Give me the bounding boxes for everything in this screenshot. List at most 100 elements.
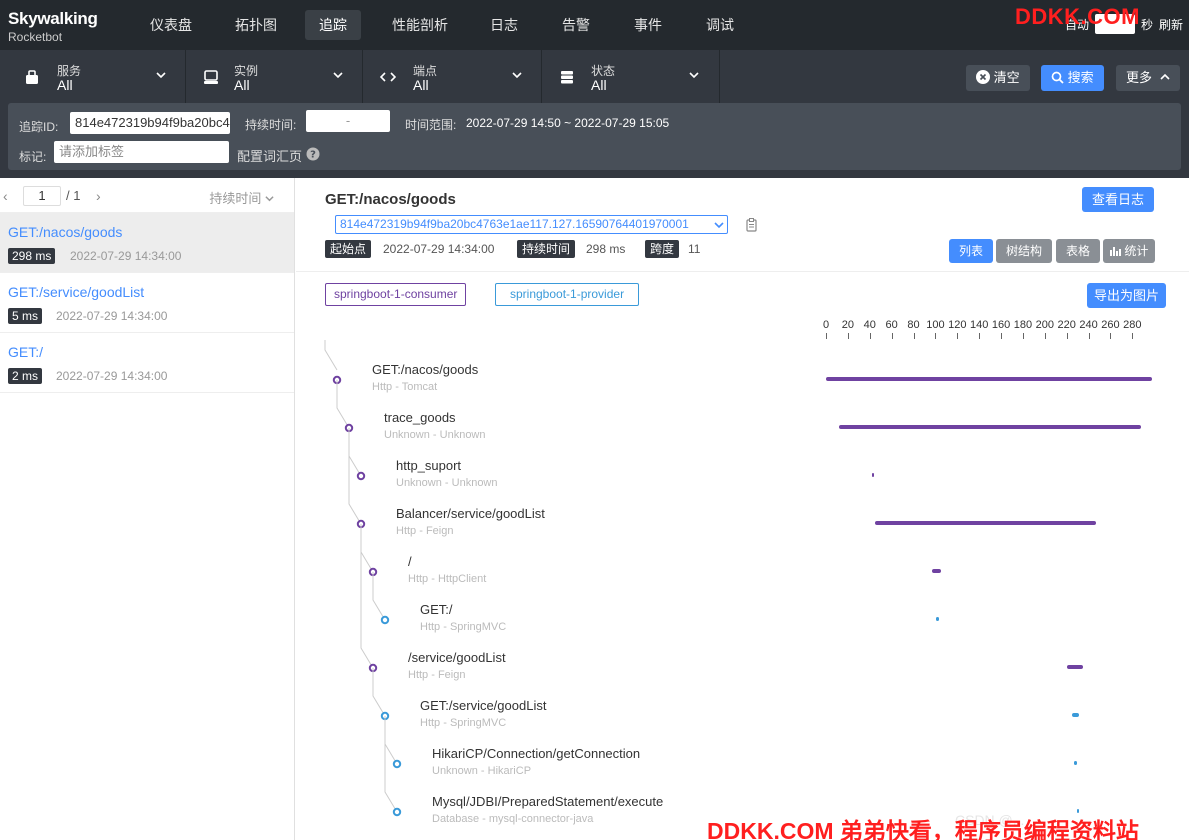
span-component: Http - Feign [396, 525, 454, 537]
filter-value: All [57, 77, 73, 93]
span-duration-bar[interactable] [826, 377, 1152, 381]
nav-event[interactable]: 事件 [620, 10, 676, 40]
trace-id-input[interactable]: 814e472319b94f9ba20bc4763e1ae117.127.165… [70, 112, 230, 134]
span-duration-bar[interactable] [839, 425, 1142, 429]
chevron-up-icon [1160, 73, 1170, 80]
tree-connector [384, 716, 398, 765]
search-label: 搜索 [1067, 70, 1094, 85]
search-icon [1051, 71, 1064, 84]
filter-bar: 服务 All 实例 All 端点 All 状态 All 清空 搜索 更多 追踪I… [0, 50, 1189, 178]
instance-icon [204, 70, 218, 84]
nav-trace[interactable]: 追踪 [305, 10, 361, 40]
trace-name: GET:/ [8, 344, 44, 360]
filter-status[interactable]: 状态 All [543, 50, 720, 103]
seconds-label: 秒 [1140, 17, 1153, 32]
chevron-down-icon [265, 196, 274, 202]
trace-list-panel: ‹ 1 / 1 › 持续时间 GET:/nacos/goods 298 ms 2… [0, 178, 295, 840]
trace-name: GET:/service/goodList [8, 284, 145, 300]
chevron-down-icon [156, 72, 166, 79]
trace-time: 2022-07-29 14:34:00 [56, 309, 168, 323]
time-range-label: 时间范围: [405, 118, 457, 132]
clear-button[interactable]: 清空 [966, 65, 1030, 91]
span-component: Unknown - HikariCP [432, 765, 532, 777]
tree-connector [360, 524, 374, 573]
sort-select[interactable]: 持续时间 [209, 188, 274, 207]
span-component: Unknown - Unknown [384, 429, 486, 441]
logo[interactable]: Skywalking Rocketbot [8, 9, 98, 44]
span-name[interactable]: trace_goods [384, 410, 456, 425]
database-icon [561, 71, 573, 84]
filter-service[interactable]: 服务 All [0, 50, 186, 103]
span-node-dot[interactable] [380, 615, 390, 625]
trace-name: GET:/nacos/goods [8, 224, 123, 240]
span-node-dot[interactable] [356, 471, 366, 481]
span-duration-bar[interactable] [1066, 665, 1084, 669]
nav-dashboard[interactable]: 仪表盘 [136, 10, 206, 40]
watermark-top: DDKK.COM [1015, 4, 1140, 29]
nav-alarm[interactable]: 告警 [548, 10, 604, 40]
refresh-button[interactable]: 刷新 [1159, 16, 1183, 33]
help-icon[interactable]: ? [306, 147, 320, 161]
span-component: Database - mysql-connector-java [432, 813, 594, 825]
tree-connector [336, 380, 350, 429]
page-input[interactable]: 1 [23, 186, 61, 206]
config-vocabulary-link[interactable]: 配置词汇页 [237, 146, 302, 165]
tags-input[interactable]: 请添加标签 [54, 141, 229, 163]
nav-topology[interactable]: 拓扑图 [221, 10, 291, 40]
trace-detail-panel: GET:/nacos/goods 查看日志 814e472319b94f9ba2… [296, 178, 1189, 840]
top-nav: Skywalking Rocketbot 仪表盘 拓扑图 追踪 性能剖析 日志 … [0, 0, 1189, 50]
span-duration-bar[interactable] [875, 521, 1097, 525]
span-name[interactable]: http_suport [396, 458, 461, 473]
nav-profile[interactable]: 性能剖析 [378, 10, 462, 40]
nav-debug[interactable]: 调试 [692, 10, 748, 40]
duration-input[interactable]: - [306, 110, 390, 132]
trace-duration-badge: 2 ms [8, 368, 43, 384]
clear-label: 清空 [993, 70, 1020, 85]
span-component: Http - Tomcat [372, 381, 438, 393]
span-component: Http - HttpClient [408, 573, 487, 585]
chevron-down-icon [333, 72, 343, 79]
span-name[interactable]: Mysql/JDBI/PreparedStatement/execute [432, 794, 663, 809]
filter-value: All [234, 77, 250, 93]
more-button[interactable]: 更多 [1116, 65, 1180, 91]
span-duration-bar[interactable] [936, 617, 939, 621]
span-name[interactable]: GET:/ [420, 602, 453, 617]
time-range-value[interactable]: 2022-07-29 14:50 ~ 2022-07-29 15:05 [466, 116, 669, 130]
service-icon [26, 70, 38, 84]
filter-instance[interactable]: 实例 All [187, 50, 363, 103]
span-component: Http - SpringMVC [420, 621, 507, 633]
span-duration-bar[interactable] [1074, 761, 1077, 765]
chevron-down-icon [512, 72, 522, 79]
tree-connector [372, 668, 386, 717]
page-total: / 1 [66, 188, 81, 203]
pagination: ‹ 1 / 1 › 持续时间 [0, 178, 294, 213]
trace-time: 2022-07-29 14:34:00 [70, 249, 182, 263]
chevron-down-icon [689, 72, 699, 79]
trace-list-item[interactable]: GET:/ 2 ms 2022-07-29 14:34:00 [0, 333, 294, 393]
nav-log[interactable]: 日志 [476, 10, 532, 40]
span-node-dot[interactable] [392, 759, 402, 769]
advanced-search-panel: 追踪ID: 814e472319b94f9ba20bc4763e1ae117.1… [8, 103, 1181, 170]
trace-list-item[interactable]: GET:/nacos/goods 298 ms 2022-07-29 14:34… [0, 213, 294, 273]
trace-list-item[interactable]: GET:/service/goodList 5 ms 2022-07-29 14… [0, 273, 294, 333]
prev-page-icon[interactable]: ‹ [3, 188, 8, 204]
span-duration-bar[interactable] [1072, 713, 1079, 717]
span-component: Http - SpringMVC [420, 717, 507, 729]
span-name[interactable]: HikariCP/Connection/getConnection [432, 746, 640, 761]
tree-connector [360, 524, 374, 669]
span-name[interactable]: / [408, 554, 412, 569]
span-name[interactable]: /service/goodList [408, 650, 506, 665]
span-duration-bar[interactable] [871, 473, 874, 477]
span-duration-bar[interactable] [932, 569, 941, 573]
filter-endpoint[interactable]: 端点 All [364, 50, 542, 103]
tree-connector [372, 572, 386, 621]
span-name[interactable]: GET:/nacos/goods [372, 362, 478, 377]
span-name[interactable]: Balancer/service/goodList [396, 506, 545, 521]
span-name[interactable]: GET:/service/goodList [420, 698, 546, 713]
span-node-dot[interactable] [392, 807, 402, 817]
span-component: Http - Feign [408, 669, 466, 681]
filter-value: All [591, 77, 607, 93]
code-icon [380, 72, 396, 82]
search-button[interactable]: 搜索 [1041, 65, 1104, 91]
next-page-icon[interactable]: › [96, 188, 101, 204]
